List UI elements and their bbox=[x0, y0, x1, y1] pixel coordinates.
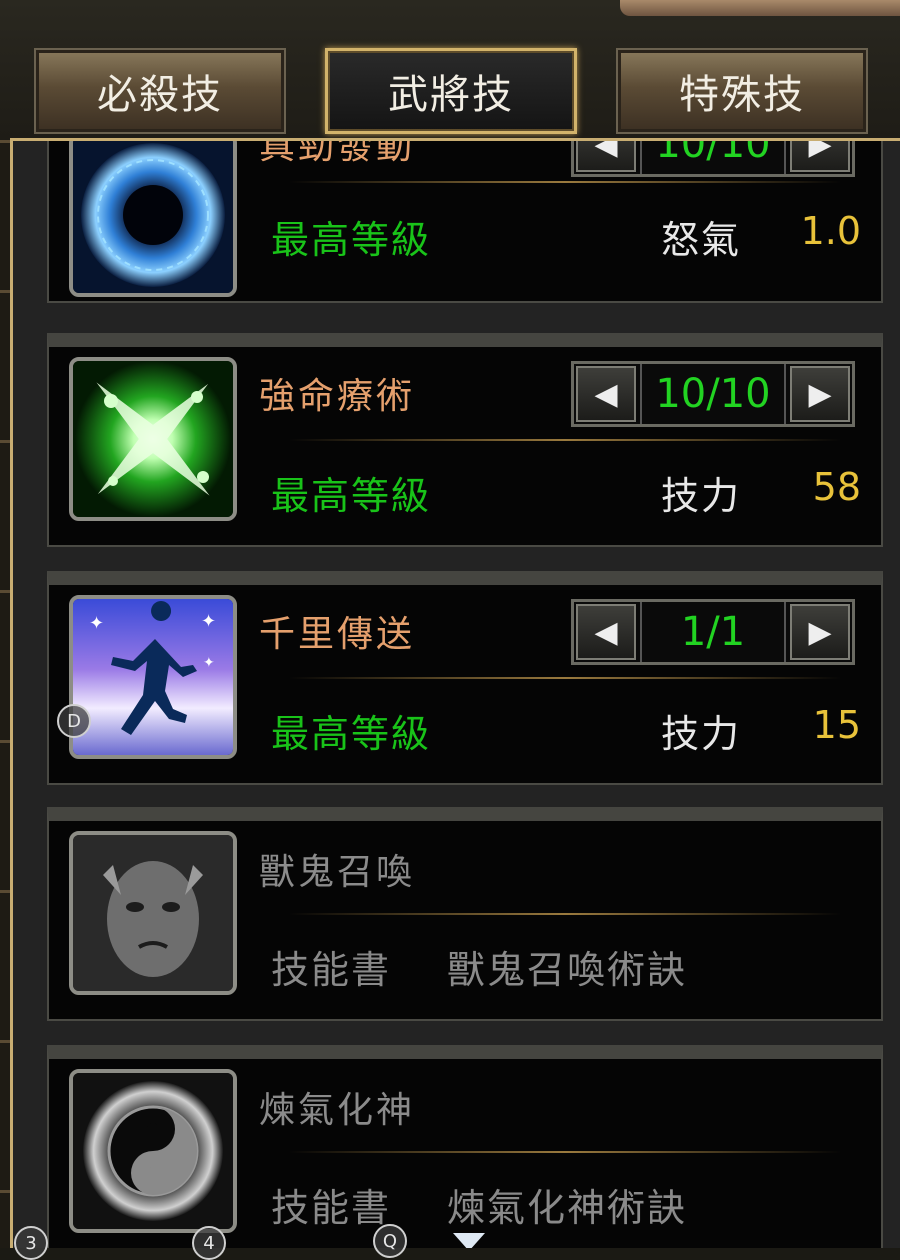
skill-level-value: 1/1 bbox=[640, 602, 786, 662]
decrease-level-button[interactable]: ◀ bbox=[576, 604, 636, 660]
skill-card-locked[interactable]: 煉氣化神 技能書 煉氣化神術訣 bbox=[47, 1045, 883, 1248]
increase-level-button[interactable]: ▶ bbox=[790, 141, 850, 172]
level-stepper: ◀ 10/10 ▶ bbox=[571, 361, 855, 427]
skill-book-label: 技能書 bbox=[271, 1186, 392, 1230]
scroll-down-icon[interactable] bbox=[453, 1233, 485, 1248]
skill-name: 真勁發動 bbox=[259, 138, 416, 167]
skill-card[interactable]: 強命療術 ◀ 10/10 ▶ 最高等級 技力 58 bbox=[47, 333, 883, 547]
decrease-level-button[interactable]: ◀ bbox=[576, 366, 636, 422]
cost-value: 58 bbox=[812, 465, 861, 509]
yin-yang-icon bbox=[69, 1069, 237, 1233]
skill-list-panel[interactable]: 真勁發動 ◀ 10/10 ▶ 最高等級 怒氣 1.0 強命療術 ◀ 10/10 … bbox=[10, 138, 900, 1248]
divider bbox=[289, 677, 841, 679]
svg-text:✦: ✦ bbox=[203, 655, 215, 671]
skill-card[interactable]: 真勁發動 ◀ 10/10 ▶ 最高等級 怒氣 1.0 bbox=[47, 138, 883, 303]
skill-card[interactable]: ✦ ✦ ✦ 千里傳送 ◀ 1/1 ▶ 最高等級 技力 15 bbox=[47, 571, 883, 785]
svg-text:✦: ✦ bbox=[201, 611, 216, 632]
increase-level-button[interactable]: ▶ bbox=[790, 604, 850, 660]
left-edge-strip bbox=[0, 140, 10, 1248]
overlay-badge-q: Q bbox=[373, 1224, 407, 1258]
tab-general-skill[interactable]: 武將技 bbox=[325, 48, 577, 134]
running-figure-icon: ✦ ✦ ✦ bbox=[69, 595, 237, 759]
svg-text:✦: ✦ bbox=[89, 613, 104, 634]
decrease-level-button[interactable]: ◀ bbox=[576, 141, 636, 172]
divider bbox=[289, 913, 841, 915]
divider bbox=[289, 1151, 841, 1153]
level-stepper: ◀ 10/10 ▶ bbox=[571, 141, 855, 177]
cost-value: 15 bbox=[812, 703, 861, 747]
skill-name: 獸鬼召喚 bbox=[259, 852, 416, 893]
overlay-badge-d: D bbox=[57, 704, 91, 738]
max-level-label: 最高等級 bbox=[271, 218, 432, 262]
skill-book-name: 獸鬼召喚術訣 bbox=[447, 948, 688, 992]
skill-level-value: 10/10 bbox=[640, 141, 786, 174]
skill-name: 強命療術 bbox=[259, 376, 416, 417]
divider bbox=[289, 181, 841, 183]
tab-ultimate[interactable]: 必殺技 bbox=[34, 48, 286, 134]
divider bbox=[289, 439, 841, 441]
blue-vortex-icon bbox=[69, 141, 237, 297]
demon-face-icon bbox=[69, 831, 237, 995]
tab-special-skill[interactable]: 特殊技 bbox=[616, 48, 868, 134]
cost-label: 技力 bbox=[661, 712, 742, 756]
skill-level-value: 10/10 bbox=[640, 364, 786, 424]
skill-book-name: 煉氣化神術訣 bbox=[447, 1186, 688, 1230]
overlay-badge-4: 4 bbox=[192, 1226, 226, 1260]
max-level-label: 最高等級 bbox=[271, 474, 432, 518]
top-ornament bbox=[620, 0, 900, 16]
skill-book-label: 技能書 bbox=[271, 948, 392, 992]
skill-card-locked[interactable]: 獸鬼召喚 技能書 獸鬼召喚術訣 bbox=[47, 807, 883, 1021]
cost-label: 技力 bbox=[661, 474, 742, 518]
level-stepper: ◀ 1/1 ▶ bbox=[571, 599, 855, 665]
skill-name: 千里傳送 bbox=[259, 614, 416, 655]
increase-level-button[interactable]: ▶ bbox=[790, 366, 850, 422]
skill-name: 煉氣化神 bbox=[259, 1090, 416, 1131]
max-level-label: 最高等級 bbox=[271, 712, 432, 756]
overlay-badge-3: 3 bbox=[14, 1226, 48, 1260]
cost-value: 1.0 bbox=[800, 209, 861, 253]
cost-label: 怒氣 bbox=[661, 218, 742, 262]
green-burst-icon bbox=[69, 357, 237, 521]
